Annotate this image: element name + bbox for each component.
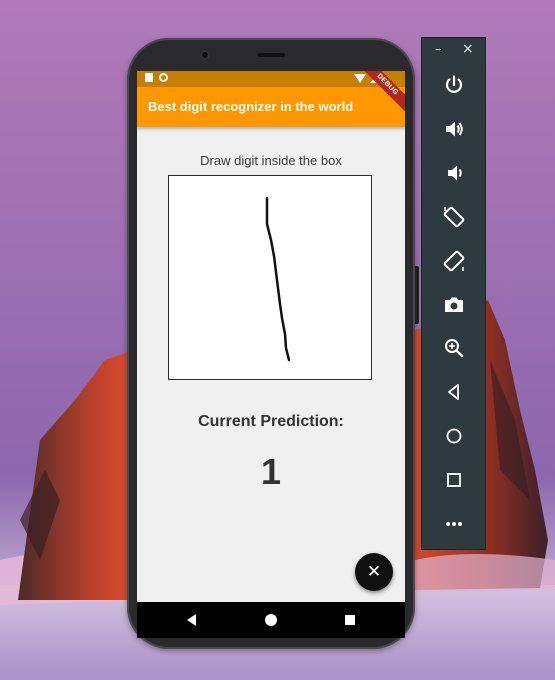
front-camera: [200, 50, 210, 60]
drawing-canvas[interactable]: [168, 175, 372, 380]
more-dots-icon: [446, 522, 462, 526]
phone-speaker: [258, 53, 285, 57]
app-screen: Best digit recognizer in the world DEBUG…: [137, 71, 405, 638]
volume-down-icon: [448, 165, 462, 181]
nav-back-icon[interactable]: [187, 614, 196, 626]
prediction-value: 1: [260, 451, 282, 492]
back-triangle-icon: [448, 384, 459, 400]
wifi-icon: [354, 74, 366, 83]
volume-down-button[interactable]: [438, 159, 470, 187]
home-button[interactable]: [438, 422, 470, 450]
rotate-left-button[interactable]: [438, 203, 470, 231]
rotate-right-button[interactable]: [438, 247, 470, 275]
app-title: Best digit recognizer in the world: [148, 99, 354, 114]
volume-up-icon: [446, 121, 463, 137]
overview-square-icon: [447, 473, 461, 487]
zoom-button[interactable]: [438, 334, 470, 362]
close-icon: ✕: [366, 562, 382, 582]
navigation-bar: [137, 602, 405, 638]
drawn-stroke: [265, 196, 291, 362]
overview-button[interactable]: [438, 466, 470, 494]
rotate-right-icon: [443, 250, 465, 272]
phone-frame: Best digit recognizer in the world DEBUG…: [127, 38, 419, 649]
close-window-button[interactable]: ×: [462, 41, 474, 57]
app-bar: Best digit recognizer in the world: [137, 87, 405, 127]
emulator-toolbar: – ×: [421, 37, 486, 550]
power-icon: [445, 75, 463, 93]
power-button[interactable]: [438, 71, 470, 99]
home-circle-icon: [446, 428, 462, 444]
camera-icon: [445, 297, 463, 312]
volume-up-button[interactable]: [438, 115, 470, 143]
notification-icon: [145, 73, 153, 82]
prediction-label: Current Prediction:: [198, 413, 344, 430]
screenshot-button[interactable]: [438, 291, 470, 319]
minimize-button[interactable]: –: [435, 42, 442, 57]
back-button[interactable]: [438, 378, 470, 406]
phone-side-button: [415, 266, 419, 324]
zoom-icon: [445, 339, 464, 358]
sync-icon: [159, 73, 168, 82]
nav-home-icon[interactable]: [265, 614, 277, 626]
nav-recents-icon[interactable]: [345, 615, 355, 625]
rotate-left-icon: [443, 206, 465, 228]
more-button[interactable]: [438, 510, 470, 538]
instruction-text: Draw digit inside the box: [200, 153, 342, 168]
status-bar: [137, 71, 405, 87]
clear-canvas-button[interactable]: ✕: [355, 553, 393, 591]
